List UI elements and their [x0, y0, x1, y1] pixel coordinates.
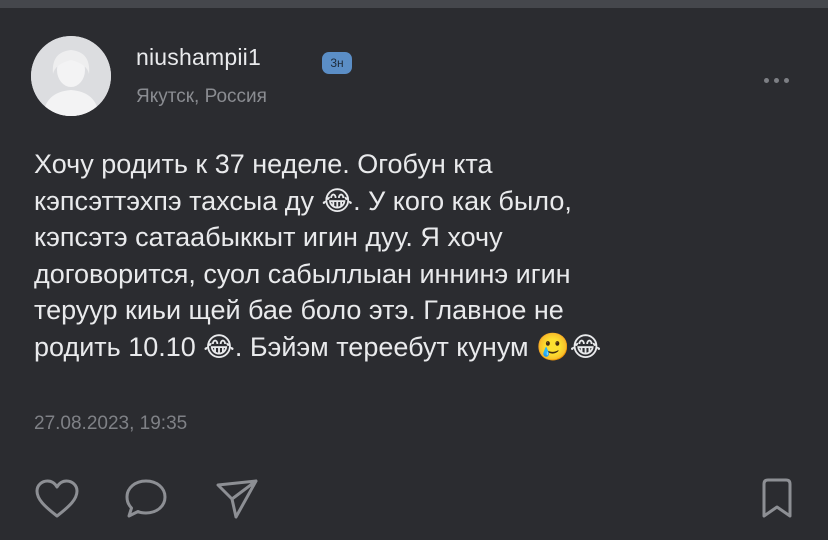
- post-date: 27.08.2023, 19:35: [34, 413, 188, 434]
- more-options-button[interactable]: [756, 68, 796, 92]
- comment-bubble-icon: [125, 479, 167, 518]
- status-badge: 3н: [322, 52, 352, 74]
- post-card: niushampii1 3н Якутск, Россия Хочу родит…: [0, 8, 828, 540]
- share-button[interactable]: [214, 477, 260, 526]
- avatar[interactable]: [31, 36, 111, 116]
- ellipsis-icon: [763, 77, 769, 83]
- bookmark-button[interactable]: [757, 476, 797, 527]
- like-button[interactable]: [34, 478, 80, 525]
- comment-button[interactable]: [123, 477, 169, 526]
- heart-icon: [35, 479, 79, 518]
- post-text: Хочу родить к 37 неделе. Огобун кта кэпс…: [34, 149, 602, 362]
- author-name[interactable]: niushampii1: [136, 44, 261, 71]
- user-silhouette-icon: [31, 36, 111, 116]
- bookmark-icon: [762, 478, 792, 518]
- top-divider: [0, 0, 828, 8]
- author-location: Якутск, Россия: [136, 86, 267, 107]
- paper-plane-icon: [216, 479, 258, 519]
